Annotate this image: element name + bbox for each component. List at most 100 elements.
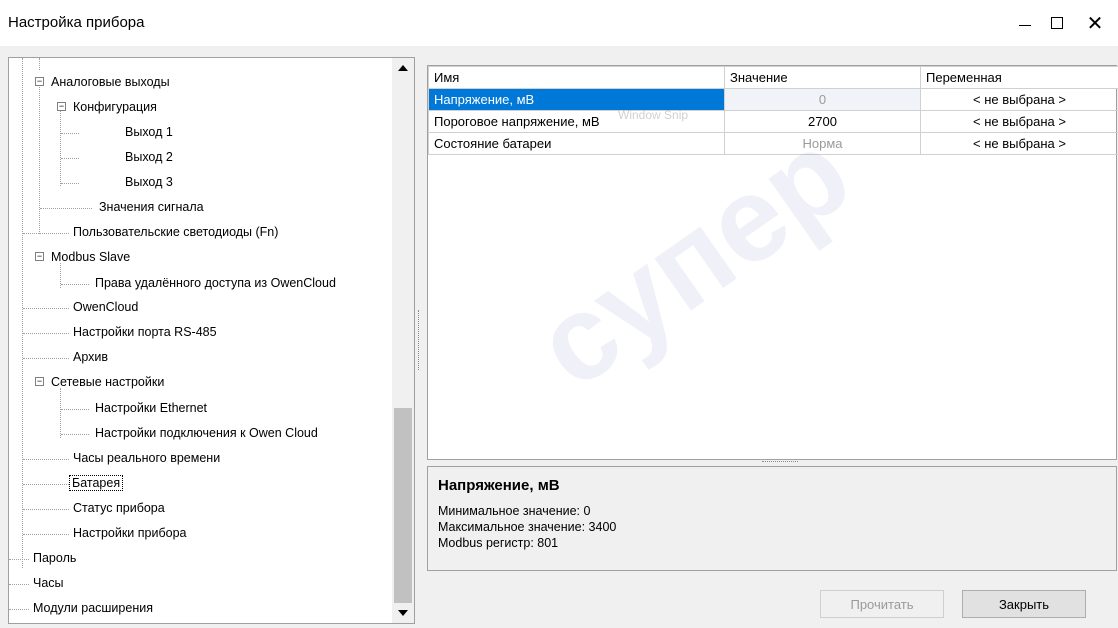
tree-guide (61, 158, 79, 159)
tree-scrollbar[interactable] (392, 58, 414, 623)
tree-item-analog-outputs[interactable]: − Аналоговые выходы (29, 73, 172, 91)
tree-item-label: Права удалённого доступа из OwenCloud (95, 276, 336, 290)
collapse-icon[interactable]: − (57, 102, 66, 111)
tree-item-output-2[interactable]: Выход 2 (123, 148, 175, 166)
tree-guide (40, 208, 92, 209)
tree-guide (23, 534, 69, 535)
column-header-name[interactable]: Имя (428, 66, 725, 89)
tree-guide (22, 58, 23, 568)
settings-tree[interactable]: − Аналоговые выходы − Конфигурация Выход… (8, 57, 415, 624)
tree-item-label: Аналоговые выходы (51, 75, 170, 89)
column-header-value[interactable]: Значение (724, 66, 921, 89)
table-row[interactable]: Состояние батареи Норма < не выбрана > (428, 132, 1118, 155)
cell-value[interactable]: 0 (724, 88, 921, 111)
tree-item-owencloud-access[interactable]: Права удалённого доступа из OwenCloud (93, 274, 338, 292)
window-title: Настройка прибора (8, 14, 145, 31)
arrow-up-icon (398, 65, 408, 71)
tree-item-clock[interactable]: Часы (31, 574, 66, 592)
horizontal-splitter[interactable] (762, 461, 798, 462)
tree-guide (9, 609, 29, 610)
tree-guide (61, 183, 79, 184)
tree-item-owen-cloud-connection[interactable]: Настройки подключения к Owen Cloud (93, 424, 320, 442)
tree-guide (23, 358, 69, 359)
tree-item-label: Архив (73, 350, 109, 364)
tree-item-output-1[interactable]: Выход 1 (123, 123, 175, 141)
tree-item-label: Сетевые настройки (51, 375, 165, 389)
close-window-button[interactable]: ✕ (1072, 0, 1118, 46)
minimize-icon (1019, 24, 1031, 26)
tree-item-rtc[interactable]: Часы реального времени (71, 449, 222, 467)
tree-guide (61, 133, 79, 134)
vertical-splitter[interactable] (418, 310, 421, 370)
tree-item-owencloud[interactable]: OwenCloud (71, 298, 140, 316)
collapse-icon[interactable]: − (35, 252, 44, 261)
column-header-variable[interactable]: Переменная (920, 66, 1118, 89)
tree-guide (60, 388, 61, 438)
tree-item-modbus-slave[interactable]: − Modbus Slave (29, 248, 132, 266)
tree-item-label: Модули расширения (33, 601, 153, 615)
tree-item-device-status[interactable]: Статус прибора (71, 499, 167, 517)
scroll-down-button[interactable] (392, 603, 414, 623)
collapse-icon[interactable]: − (35, 77, 44, 86)
tree-item-ethernet[interactable]: Настройки Ethernet (93, 399, 209, 417)
maximize-icon (1051, 17, 1063, 29)
tree-item-network-settings[interactable]: − Сетевые настройки (29, 373, 166, 391)
cell-variable[interactable]: < не выбрана > (920, 132, 1118, 155)
tree-item-label: Статус прибора (73, 501, 165, 515)
scroll-up-button[interactable] (392, 58, 414, 78)
tree-guide (61, 284, 89, 285)
cell-value[interactable]: 2700 (724, 110, 921, 133)
tree-item-device-settings[interactable]: Настройки прибора (71, 524, 188, 542)
tree-item-output-3[interactable]: Выход 3 (123, 173, 175, 191)
window-snip-overlay: Window Snip (618, 108, 689, 122)
tree-item-label: Батарея (69, 475, 124, 491)
property-table: Имя Значение Переменная Напряжение, мВ 0… (428, 66, 1118, 155)
tree-guide (23, 308, 69, 309)
tree-guide (60, 106, 61, 186)
tree-item-label: Настройки прибора (73, 526, 187, 540)
read-button[interactable]: Прочитать (820, 590, 944, 618)
tree-item-label: Настройки Ethernet (95, 401, 208, 415)
title-bar: Настройка прибора ✕ (0, 0, 1118, 46)
description-panel: Напряжение, мВ Минимальное значение: 0 М… (427, 466, 1117, 571)
tree-item-label: Конфигурация (73, 100, 157, 114)
tree-item-label: Настройки порта RS-485 (73, 325, 217, 339)
tree-guide (61, 409, 89, 410)
tree-guide (39, 82, 40, 234)
tree-guide (23, 509, 69, 510)
table-row[interactable]: Пороговое напряжение, мВ 2700 < не выбра… (428, 110, 1118, 133)
tree-item-signal-values[interactable]: Значения сигнала (97, 198, 206, 216)
tree-guide (9, 584, 29, 585)
tree-item-rs485[interactable]: Настройки порта RS-485 (71, 323, 219, 341)
tree-guide (39, 58, 40, 70)
tree-item-label: Часы (33, 576, 64, 590)
tree-guide (23, 459, 69, 460)
tree-item-label: Выход 3 (125, 175, 173, 189)
close-icon: ✕ (1086, 12, 1104, 35)
cell-variable[interactable]: < не выбрана > (920, 88, 1118, 111)
tree-item-user-leds[interactable]: Пользовательские светодиоды (Fn) (71, 223, 280, 241)
tree-item-configuration[interactable]: − Конфигурация (51, 98, 159, 116)
property-grid[interactable]: Имя Значение Переменная Напряжение, мВ 0… (427, 65, 1118, 460)
table-row[interactable]: Напряжение, мВ 0 < не выбрана > (428, 88, 1118, 111)
tree-item-password[interactable]: Пароль (31, 549, 78, 567)
cell-variable[interactable]: < не выбрана > (920, 110, 1118, 133)
arrow-down-icon (398, 610, 408, 616)
tree-item-label: Часы реального времени (73, 451, 221, 465)
tree-item-archive[interactable]: Архив (71, 348, 110, 366)
tree-guide (23, 484, 69, 485)
close-button[interactable]: Закрыть (962, 590, 1086, 618)
cell-name[interactable]: Состояние батареи (428, 132, 725, 155)
tree-item-label: Значения сигнала (99, 200, 204, 214)
tree-item-battery[interactable]: Батарея (69, 474, 124, 492)
collapse-icon[interactable]: − (35, 377, 44, 386)
description-title: Напряжение, мВ (438, 477, 560, 494)
tree-guide (23, 333, 69, 334)
tree-item-expansion-modules[interactable]: Модули расширения (31, 599, 155, 617)
scrollbar-thumb[interactable] (394, 408, 412, 603)
tree-item-label: OwenCloud (73, 300, 139, 314)
cell-value[interactable]: Норма (724, 132, 921, 155)
tree-item-label: Выход 1 (125, 125, 173, 139)
tree-guide (61, 434, 89, 435)
description-min: Минимальное значение: 0 (438, 504, 591, 518)
